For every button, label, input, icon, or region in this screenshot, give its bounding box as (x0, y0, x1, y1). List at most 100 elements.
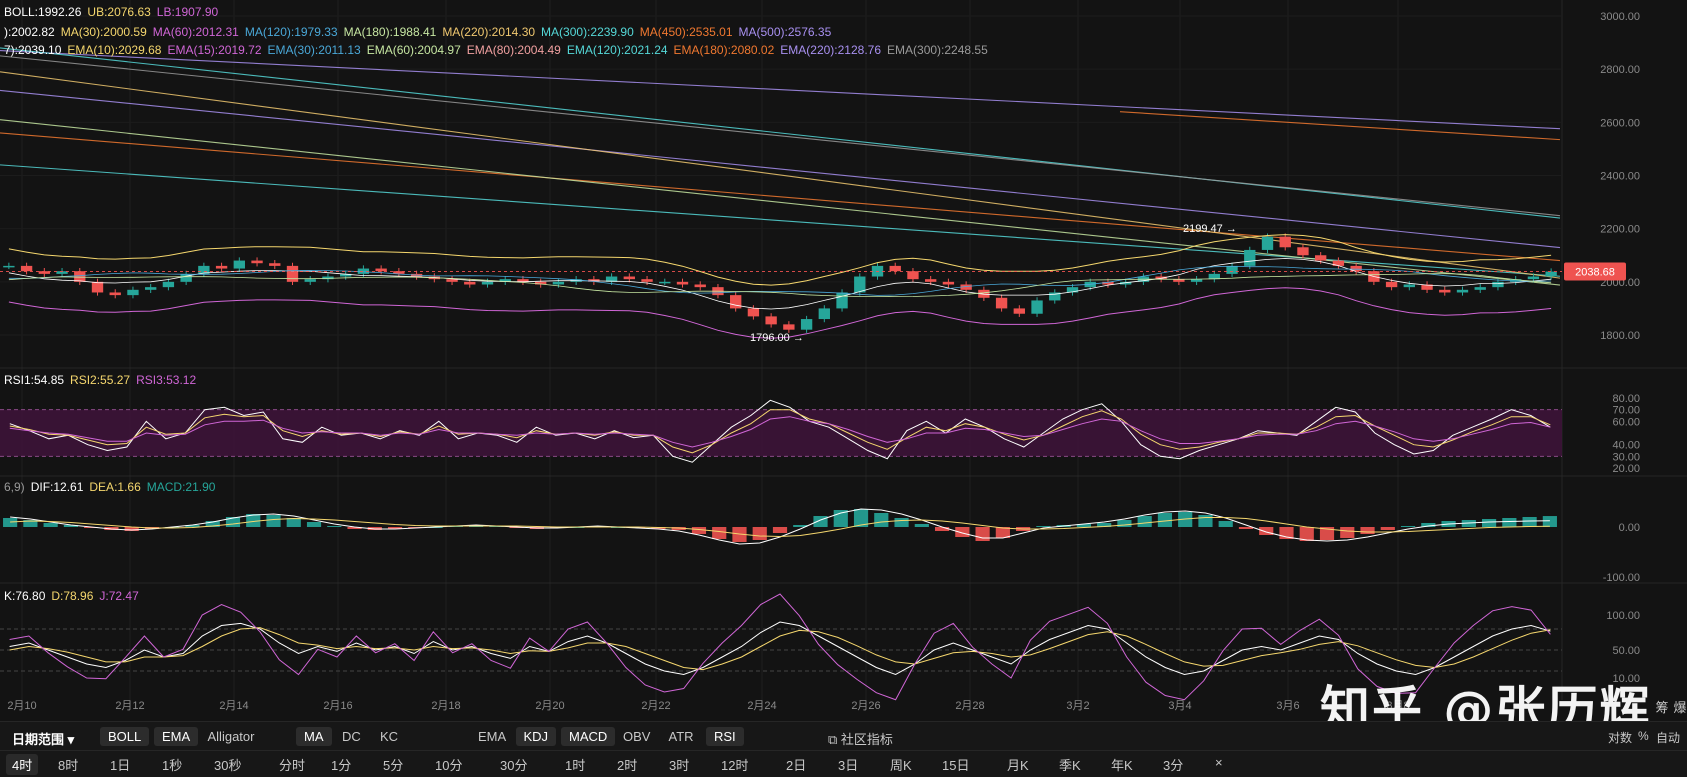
macd-bar (1340, 527, 1355, 538)
macd-bar (1400, 526, 1416, 527)
date-tick-label: 2月20 (535, 700, 564, 712)
ma-legend-item: MA(30):2000.59 (60, 25, 147, 39)
percent-toggle[interactable]: % (1634, 727, 1653, 745)
rsi-legend-item: RSI3:53.12 (136, 373, 197, 387)
ema-legend-item: EMA(220):2128.76 (780, 43, 882, 57)
chart-canvas[interactable]: 3000.002800.002600.002400.002200.002000.… (0, 0, 1687, 776)
indicator-ma-button[interactable]: MA (296, 727, 332, 746)
macd-bar (306, 522, 322, 527)
candle-body (1439, 289, 1451, 293)
macd-bar (772, 527, 788, 533)
indicator-obv-button[interactable]: OBV (615, 727, 658, 746)
ma-legend-item: MA(300):2239.90 (541, 25, 634, 39)
timeframe-bar: 4时 8时 1日 1秒 30秒 分时 1分 5分 10分 30分 1时 2时 3时 12时 2日 3日 周K 15… (0, 750, 1687, 777)
ema-legend-item: EMA(10):2029.68 (67, 43, 162, 57)
indicator-rsi-button[interactable]: RSI (706, 727, 744, 746)
candle-body (20, 265, 33, 272)
macd-bar (914, 524, 929, 527)
indicator-ema-button[interactable]: EMA (470, 727, 514, 746)
candle-body (907, 271, 919, 280)
candle-body (1297, 247, 1309, 256)
date-tick-label: 2月22 (641, 700, 670, 712)
timeframe-3日[interactable]: 3日 (838, 755, 858, 774)
macd-bar (1360, 527, 1375, 534)
candle-body (286, 265, 299, 282)
macd-legend-item: MACD:21.90 (146, 480, 216, 494)
date-range-button[interactable]: 日期范围 ▾ (4, 727, 82, 750)
timeframe-周K[interactable]: 周K (890, 755, 912, 774)
macd-legend-item: DEA:1.66 (89, 480, 141, 494)
candle-body (1261, 236, 1274, 250)
timeframe-30分[interactable]: 30分 (500, 755, 527, 774)
timeframe-1秒[interactable]: 1秒 (162, 755, 182, 774)
candle-body (552, 281, 565, 285)
timeframe-季K[interactable]: 季K (1059, 755, 1081, 774)
timeframe-2时[interactable]: 2时 (617, 755, 637, 774)
indicator-macd-button[interactable]: MACD (561, 727, 616, 746)
timeframe-3分[interactable]: 3分 (1163, 755, 1183, 774)
indicator-kdj-button[interactable]: KDJ (515, 727, 557, 746)
candle-body (1492, 281, 1504, 288)
date-tick-label: 3月4 (1168, 700, 1191, 712)
rsi-tick-label: 30.00 (1612, 451, 1640, 463)
indicator-boll-button[interactable]: BOLL (100, 727, 150, 746)
timeframe-8时[interactable]: 8时 (58, 755, 78, 774)
macd-bar (1238, 527, 1254, 529)
macd-bar (266, 515, 281, 527)
candle-body (233, 260, 245, 269)
timeframe-2日[interactable]: 2日 (786, 755, 806, 774)
macd-bar (975, 527, 990, 541)
indicator-dc-button[interactable]: DC (334, 727, 369, 746)
candle-body (74, 271, 86, 282)
timeframe-30秒[interactable]: 30秒 (214, 755, 241, 774)
rsi-band (0, 409, 1562, 457)
macd-bar (1482, 519, 1497, 527)
rsi-tick-label: 80.00 (1612, 393, 1640, 405)
macd-bar (1522, 517, 1537, 527)
timeframe-5分[interactable]: 5分 (383, 755, 403, 774)
indicator-ema-button[interactable]: EMA (154, 727, 199, 746)
timeframe-10分[interactable]: 10分 (435, 755, 462, 774)
timeframe-12时[interactable]: 12时 (721, 755, 748, 774)
timeframe-1时[interactable]: 1时 (565, 755, 585, 774)
timeframe-年K[interactable]: 年K (1111, 755, 1133, 774)
timeframe-分时[interactable]: 分时 (279, 755, 305, 774)
candle-body (1244, 249, 1256, 266)
macd-bar (1502, 518, 1517, 527)
macd-bar (3, 518, 18, 527)
kdj-legend-item: K:76.80 (4, 589, 46, 603)
timeframe-×[interactable]: × (1215, 755, 1223, 770)
ma-legend-item: MA(60):2012.31 (152, 25, 239, 39)
macd-bar (43, 523, 58, 527)
timeframe-15日[interactable]: 15日 (942, 755, 969, 774)
timeframe-3时[interactable]: 3时 (669, 755, 689, 774)
chip-distribution-icon: 筹 (1655, 700, 1668, 715)
date-tick-label: 2月24 (747, 700, 776, 712)
ma-legend-item: MA(450):2535.01 (639, 25, 733, 39)
price-tick-label: 2600.00 (1600, 117, 1640, 129)
date-tick-label: 2月16 (323, 700, 352, 712)
indicator-atr-button[interactable]: ATR (661, 727, 702, 746)
macd-bar (1198, 515, 1213, 527)
ema-legend: 7):2039.10 EMA(10):2029.68 EMA(15):2019.72… (4, 43, 994, 57)
rsi-tick-label: 20.00 (1612, 463, 1640, 475)
timeframe-1分[interactable]: 1分 (331, 755, 351, 774)
candle-body (1545, 271, 1557, 277)
candle-body (145, 287, 157, 290)
candle-body (464, 281, 476, 285)
rsi-legend: RSI1:54.85 RSI2:55.27 RSI3:53.12 (4, 373, 202, 387)
timeframe-4时[interactable]: 4时 (6, 754, 39, 775)
timeframe-1日[interactable]: 1日 (110, 755, 130, 774)
candle-body (1190, 279, 1203, 282)
timeframe-月K[interactable]: 月K (1007, 755, 1029, 774)
kdj-legend-item: D:78.96 (51, 589, 94, 603)
indicator-kc-button[interactable]: KC (372, 727, 406, 746)
ma-legend-item: ):2002.82 (4, 25, 55, 39)
ma-legend-item: MA(500):2576.35 (738, 25, 832, 39)
auto-scale-toggle[interactable]: 自动 (1652, 727, 1684, 748)
community-indicator-button[interactable]: ⧉ 社区指标 (820, 727, 901, 750)
ema-legend-item: EMA(60):2004.97 (366, 43, 461, 57)
macd-bar (934, 527, 950, 531)
boll-legend-item: UB:2076.63 (87, 5, 151, 19)
indicator-alligator-button[interactable]: Alligator (200, 727, 263, 746)
